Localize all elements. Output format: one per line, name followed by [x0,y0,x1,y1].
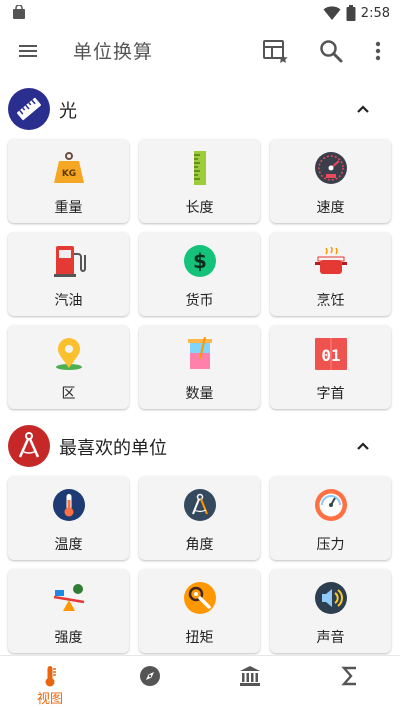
ruler-icon [194,151,206,185]
thermometer-icon [53,489,85,521]
compass-angle-icon [184,489,216,521]
unit-card-weight[interactable]: KG 重量 [8,139,129,223]
status-time: 2:58 [360,5,390,21]
svg-text:$: $ [193,249,207,273]
beaker-icon [188,337,212,369]
compass-badge-icon [8,425,50,467]
unit-card-sound[interactable]: 声音 [270,569,391,653]
pressure-gauge-icon [315,489,347,521]
app-bar: 单位换算 [0,26,400,76]
svg-text:01: 01 [321,346,340,365]
unit-card-quantity[interactable]: 数量 [139,325,260,409]
section-header-light[interactable]: 光 [0,85,400,133]
nav-label: 视图 [36,692,63,707]
cooking-pot-icon [315,246,347,274]
section-title: 光 [59,101,77,122]
battery-icon [346,5,356,21]
nav-item-view[interactable]: 视图 [0,656,100,710]
compass-icon [140,666,160,686]
unit-card-speed[interactable]: 速度 [270,139,391,223]
svg-text:KG: KG [62,169,76,179]
fuel-pump-icon [54,246,86,277]
table-star-icon[interactable] [262,38,288,64]
unit-card-length[interactable]: 长度 [139,139,260,223]
hamburger-menu-icon[interactable] [16,39,40,63]
sigma-icon [341,666,356,686]
weight-icon: KG [54,152,84,183]
nav-item-bank[interactable] [200,656,300,710]
dollar-coin-icon: $ [184,245,216,277]
unit-card-area[interactable]: 区 [8,325,129,409]
thermometer-view-icon [45,666,56,687]
wrench-icon [184,582,216,614]
unit-card-torque[interactable]: 扭矩 [139,569,260,653]
speaker-icon [315,582,347,614]
status-bar: 2:58 [0,0,400,26]
unit-card-cooking[interactable]: 烹饪 [270,232,391,316]
speedometer-icon [315,152,347,184]
unit-card-currency[interactable]: $ 货币 [139,232,260,316]
digits-icon: 01 [315,338,347,370]
page-title: 单位换算 [73,41,154,63]
section-title: 最喜欢的单位 [59,438,167,459]
wifi-icon [323,6,341,20]
balance-icon [53,584,85,611]
more-vert-icon[interactable] [365,38,391,64]
unit-card-temperature[interactable]: 温度 [8,476,129,560]
unit-card-fuel[interactable]: 汽油 [8,232,129,316]
bottom-navigation: 视图 [0,655,400,710]
nav-item-explore[interactable] [100,656,200,710]
section-header-favorites[interactable]: 最喜欢的单位 [0,422,400,470]
unit-card-pressure[interactable]: 压力 [270,476,391,560]
chevron-up-icon[interactable] [355,101,371,117]
chevron-up-icon[interactable] [355,438,371,454]
shopping-bag-icon [13,5,25,19]
search-icon[interactable] [318,38,344,64]
nav-item-sigma[interactable] [300,656,400,710]
unit-card-prefix[interactable]: 01 字首 [270,325,391,409]
unit-card-angle[interactable]: 角度 [139,476,260,560]
map-pin-icon [56,338,82,370]
unit-card-intensity[interactable]: 强度 [8,569,129,653]
bank-icon [240,666,260,686]
ruler-badge-icon [8,88,50,130]
